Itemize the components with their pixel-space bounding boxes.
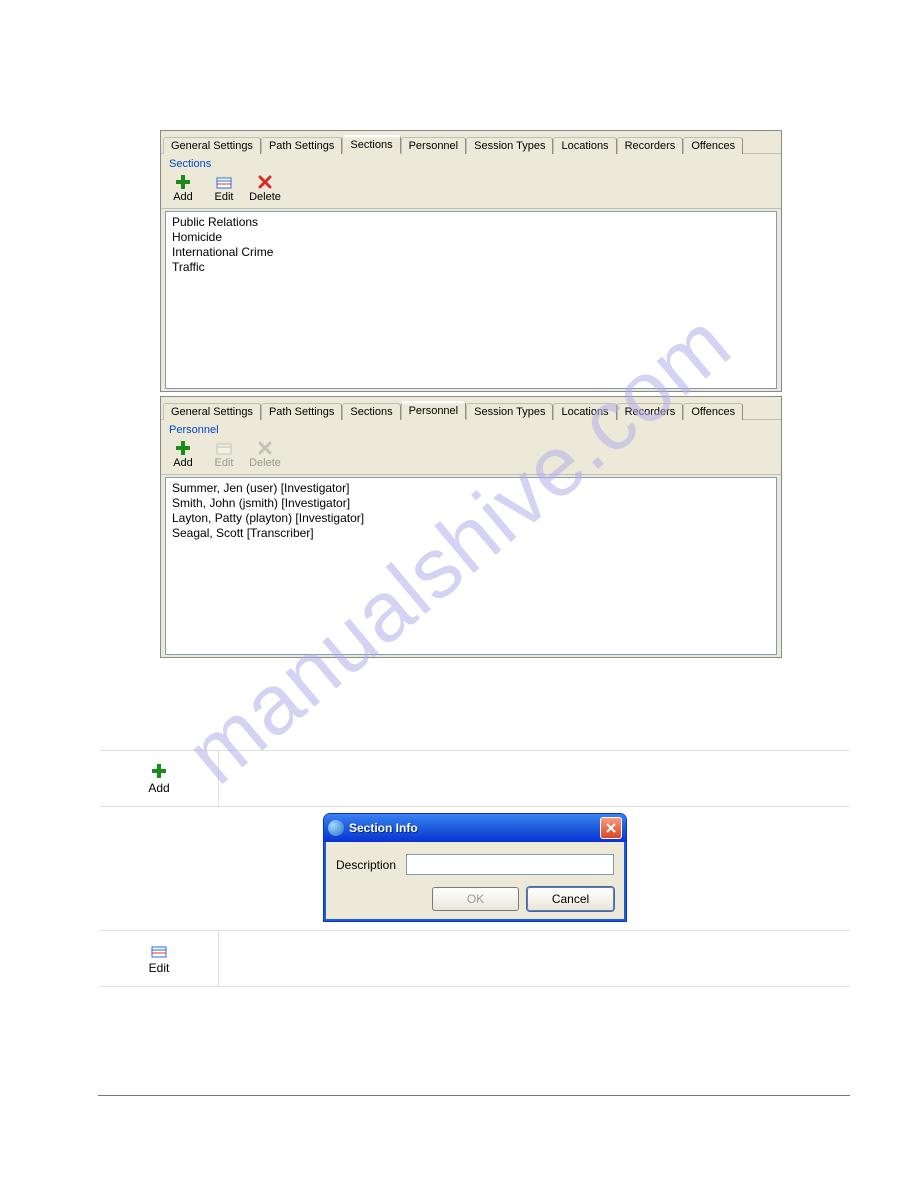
sections-panel: General SettingsPath SettingsSectionsPer… [160,130,782,392]
tab-general-settings[interactable]: General Settings [163,403,261,420]
tab-general-settings[interactable]: General Settings [163,137,261,154]
tab-locations[interactable]: Locations [553,137,616,154]
toolbar: Add Edit Delete [161,172,781,209]
plus-icon [174,440,192,456]
edit-label: Edit [215,457,234,469]
edit-icon [215,174,233,190]
list-item[interactable]: Public Relations [172,215,770,230]
list-item[interactable]: Layton, Patty (playton) [Investigator] [172,511,770,526]
ok-button: OK [432,887,519,911]
list-item[interactable]: International Crime [172,245,770,260]
tab-path-settings[interactable]: Path Settings [261,137,342,154]
tab-session-types[interactable]: Session Types [466,137,553,154]
edit-label: Edit [215,191,234,203]
section-info-dialog: Section Info Description OK Cancel [323,813,627,922]
tab-session-types[interactable]: Session Types [466,403,553,420]
edit-icon [150,943,168,959]
tab-recorders[interactable]: Recorders [617,403,684,420]
close-button[interactable] [600,817,622,839]
delete-button: Delete [247,440,283,469]
add-label: Add [173,457,193,469]
delete-icon [256,174,274,190]
delete-label: Delete [249,457,281,469]
tab-path-settings[interactable]: Path Settings [261,403,342,420]
edit-button: Edit [206,440,242,469]
edit-icon [215,440,233,456]
tab-locations[interactable]: Locations [553,403,616,420]
list-item[interactable]: Traffic [172,260,770,275]
delete-label: Delete [249,191,281,203]
titlebar[interactable]: Section Info [324,814,626,842]
add-cell: Add [100,751,219,806]
personnel-listbox[interactable]: Summer, Jen (user) [Investigator]Smith, … [165,477,777,655]
tabs-row: General SettingsPath SettingsSectionsPer… [161,131,781,153]
tabs-row: General SettingsPath SettingsSectionsPer… [161,397,781,419]
edit-label: Edit [149,961,170,975]
plus-icon [174,174,192,190]
dialog-body: Description OK Cancel [324,842,626,921]
group-label: Personnel [161,419,781,438]
tab-offences[interactable]: Offences [683,403,743,420]
tab-personnel[interactable]: Personnel [401,137,467,154]
group-label: Sections [161,153,781,172]
delete-button[interactable]: Delete [247,174,283,203]
list-item[interactable]: Seagal, Scott [Transcriber] [172,526,770,541]
table-row: Edit [100,930,850,987]
add-label: Add [148,781,169,795]
list-item[interactable]: Homicide [172,230,770,245]
delete-icon [256,440,274,456]
dialog-row: Section Info Description OK Cancel [100,805,850,931]
personnel-panel: General SettingsPath SettingsSectionsPer… [160,396,782,658]
cancel-button[interactable]: Cancel [527,887,614,911]
add-button[interactable]: Add [165,174,201,203]
app-icon [328,820,344,836]
edit-cell: Edit [100,931,219,986]
add-label: Add [173,191,193,203]
add-button[interactable]: Add [165,440,201,469]
tab-recorders[interactable]: Recorders [617,137,684,154]
footer-divider [98,1095,850,1096]
plus-icon [150,763,168,779]
list-item[interactable]: Smith, John (jsmith) [Investigator] [172,496,770,511]
tab-personnel[interactable]: Personnel [401,401,467,420]
tab-sections[interactable]: Sections [342,135,400,154]
toolbar: Add Edit Delete [161,438,781,475]
tab-offences[interactable]: Offences [683,137,743,154]
sections-listbox[interactable]: Public RelationsHomicideInternational Cr… [165,211,777,389]
tab-sections[interactable]: Sections [342,403,400,420]
edit-button[interactable]: Edit [206,174,242,203]
list-item[interactable]: Summer, Jen (user) [Investigator] [172,481,770,496]
dialog-title: Section Info [349,821,600,835]
table-row: Add [100,750,850,807]
description-label: Description [336,858,396,872]
description-input[interactable] [406,854,614,875]
